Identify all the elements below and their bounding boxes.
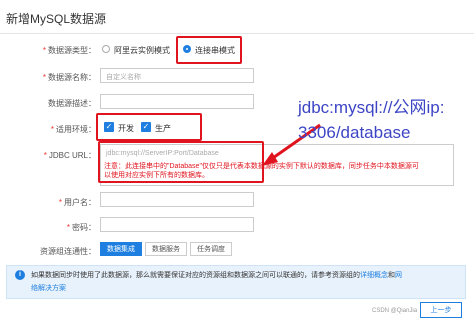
link-network-solution[interactable]: 络解决方案 [31, 283, 66, 293]
info-banner: i 如果数据同步时使用了此数据源，那么就需要保证对应的资源组和数据源之间可以联通… [6, 265, 466, 299]
tab-task-scheduling[interactable]: 任务调度 [190, 242, 232, 256]
info-icon: i [15, 270, 25, 280]
annotation-text: jdbc:mysql://公网ip: 3306/database [298, 95, 444, 145]
watermark: CSDN @QianJia [372, 308, 418, 314]
info-text: 如果数据同步时使用了此数据源，那么就需要保证对应的资源组和数据源之间可以联通的，… [31, 272, 402, 279]
link-concept[interactable]: 详细概念 [360, 272, 388, 279]
tab-data-service[interactable]: 数据服务 [145, 242, 187, 256]
password-label: * 密码： [66, 223, 96, 232]
tab-data-integration[interactable]: 数据集成 [100, 242, 142, 256]
previous-button[interactable]: 上一步 [420, 302, 462, 318]
link-network[interactable]: 网 [395, 272, 402, 279]
username-label: * 用户名： [58, 198, 96, 207]
username-input[interactable] [100, 192, 254, 207]
annotation-line2: 3306/database [298, 123, 411, 142]
annotation-line1: jdbc:mysql://公网ip: [298, 98, 445, 117]
connectivity-label: 资源组连通性： [40, 247, 96, 256]
password-input[interactable] [100, 217, 254, 232]
